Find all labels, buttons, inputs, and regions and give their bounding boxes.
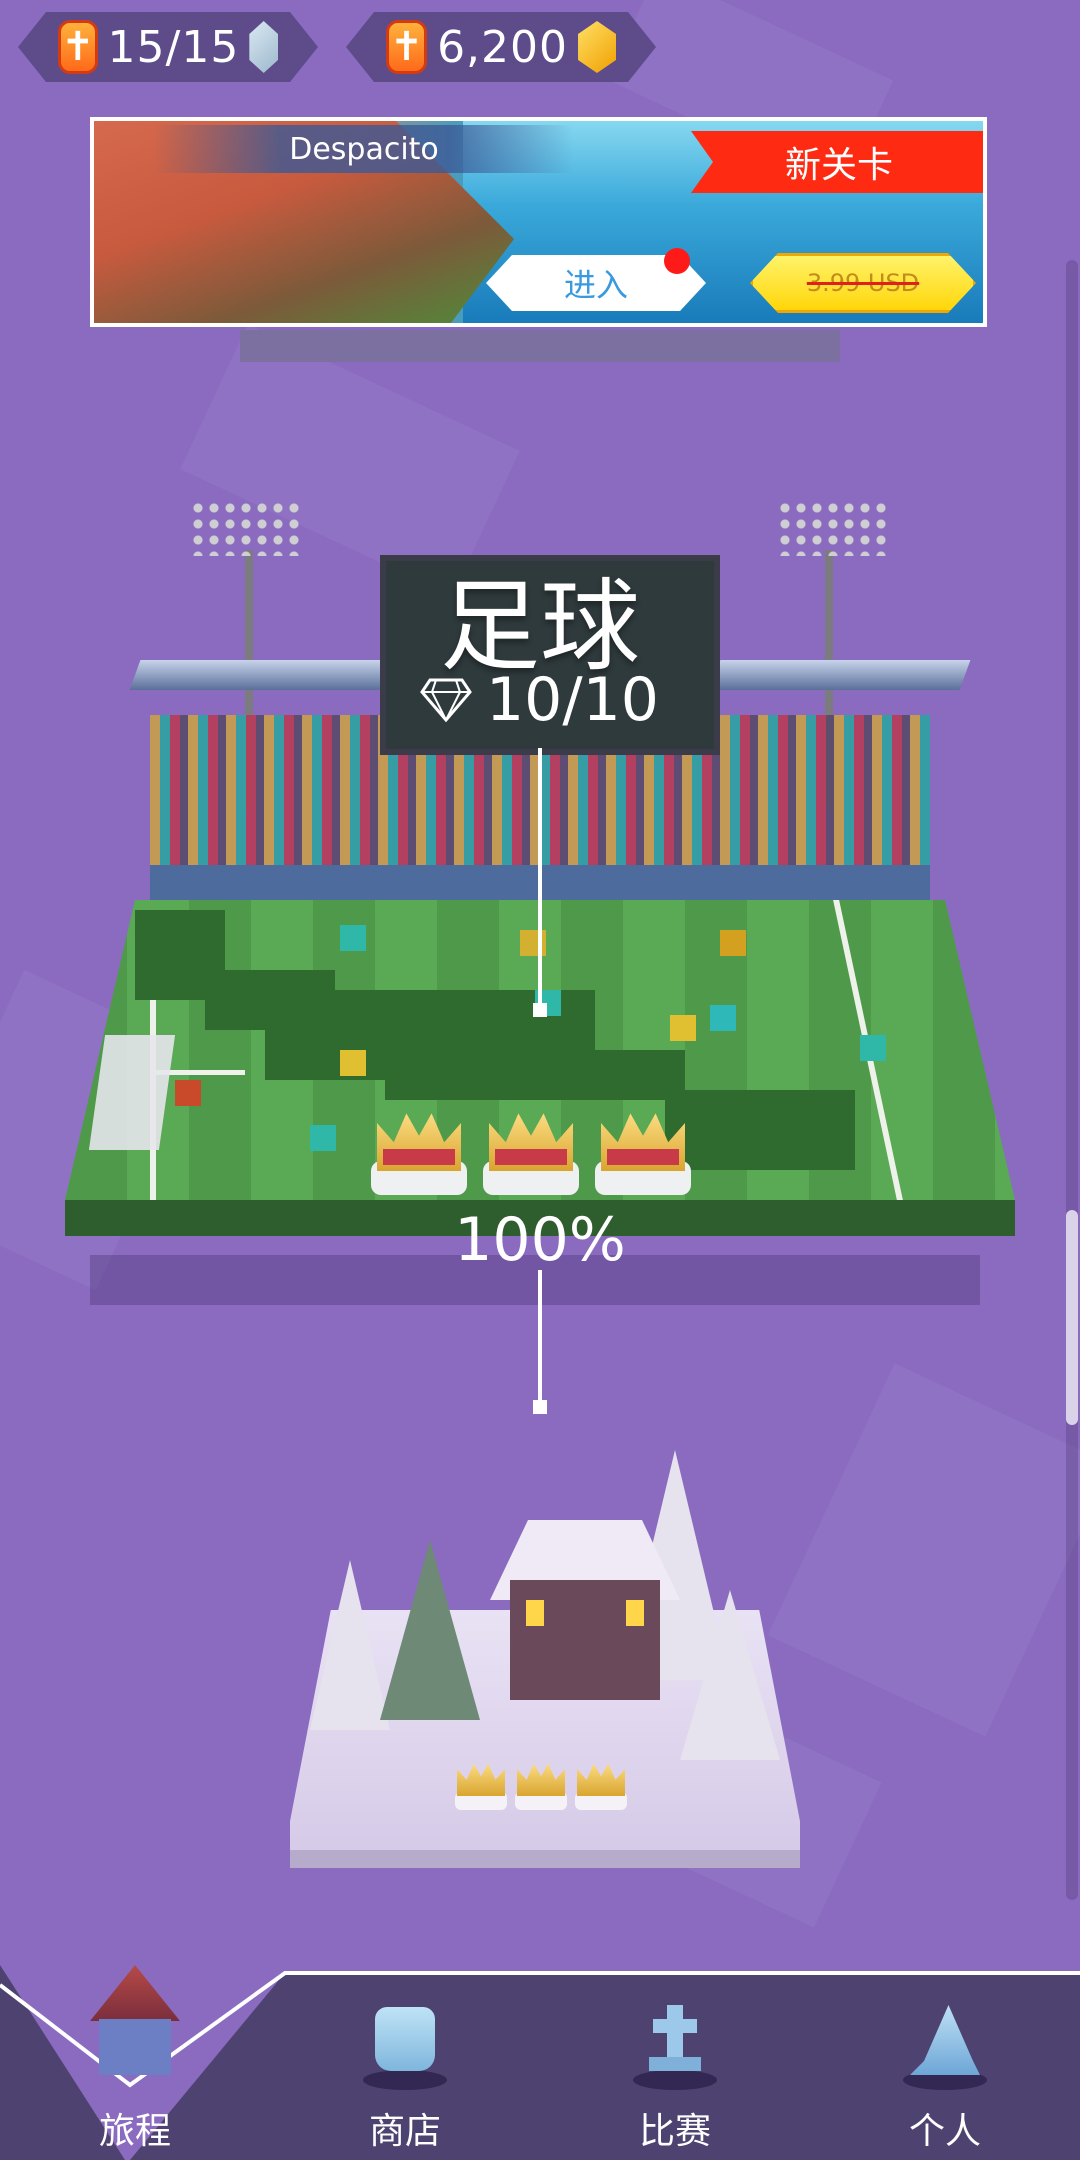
lives-value: 15/15 bbox=[107, 21, 240, 73]
nav-journey[interactable]: 旅程 bbox=[35, 1965, 235, 2160]
winter-platform-edge bbox=[290, 1850, 800, 1868]
skull-icon bbox=[375, 2007, 435, 2071]
crown-icon bbox=[483, 1085, 579, 1195]
crown-icon bbox=[575, 1754, 627, 1810]
nav-label-journey: 旅程 bbox=[98, 2111, 171, 2152]
nav-label-match: 比赛 bbox=[638, 2111, 711, 2152]
enter-label: 进入 bbox=[563, 266, 628, 304]
gem-cube bbox=[520, 930, 546, 956]
plus-icon[interactable]: ✝ bbox=[58, 20, 98, 74]
gem-cube bbox=[720, 930, 746, 956]
new-level-ribbon: 新关卡 bbox=[691, 131, 983, 193]
cabin bbox=[510, 1580, 660, 1700]
crown-icon bbox=[515, 1754, 567, 1810]
buy-price-button[interactable]: 3.99 USD bbox=[750, 253, 976, 313]
coins-value: 6,200 bbox=[437, 21, 569, 73]
nav-label-shop: 商店 bbox=[368, 2111, 441, 2152]
crown-icon bbox=[455, 1754, 507, 1810]
lives-counter[interactable]: ✝ 15/15 bbox=[18, 12, 318, 82]
level-path bbox=[665, 1090, 855, 1170]
gem-cube bbox=[860, 1035, 886, 1061]
gem-cube bbox=[340, 1050, 366, 1076]
banner-title: Despacito bbox=[289, 131, 439, 167]
banner-title-bar: Despacito bbox=[154, 125, 574, 173]
bottom-nav: 旅程 商店 比赛 个人 bbox=[0, 1965, 1080, 2160]
new-level-banner[interactable]: Despacito 新关卡 进入 3.99 USD bbox=[90, 117, 987, 327]
gem-cube bbox=[710, 1005, 736, 1031]
coins-counter[interactable]: ✝ 6,200 bbox=[346, 12, 656, 82]
ice-cube-icon bbox=[249, 21, 278, 73]
path-connector bbox=[538, 748, 542, 1008]
gem-cube bbox=[175, 1080, 201, 1106]
cabin-window bbox=[526, 1600, 544, 1626]
scrollbar-track[interactable] bbox=[1066, 260, 1078, 1900]
scrollbar-thumb[interactable] bbox=[1066, 1210, 1078, 1425]
banner-platform bbox=[240, 330, 840, 362]
nav-label-profile: 个人 bbox=[908, 2111, 981, 2152]
notification-dot bbox=[664, 248, 690, 274]
gem-counter: 10/10 bbox=[420, 665, 659, 735]
plus-icon[interactable]: ✝ bbox=[386, 20, 427, 74]
winter-level-scene[interactable] bbox=[290, 1450, 800, 1868]
background-shape bbox=[767, 1363, 1080, 1737]
diamond-icon bbox=[420, 678, 472, 723]
nav-profile[interactable]: 个人 bbox=[845, 1965, 1045, 2160]
cabin-window bbox=[626, 1600, 644, 1626]
path-node bbox=[533, 1003, 547, 1017]
ribbon-label: 新关卡 bbox=[784, 145, 893, 186]
crown-icon bbox=[595, 1085, 691, 1195]
nav-shop[interactable]: 商店 bbox=[305, 1965, 505, 2160]
wizard-hat-icon bbox=[910, 2005, 980, 2075]
level-progress: 100% bbox=[454, 1205, 626, 1275]
house-body bbox=[99, 2019, 171, 2075]
gem-cube bbox=[670, 1015, 696, 1041]
crown-icon bbox=[371, 1085, 467, 1195]
path-connector bbox=[538, 1270, 542, 1405]
icon-shadow bbox=[363, 2070, 447, 2090]
price-label: 3.99 USD bbox=[806, 269, 920, 297]
gravestone-icon bbox=[649, 2005, 701, 2071]
gem-cube bbox=[340, 925, 366, 951]
gem-cube bbox=[310, 1125, 336, 1151]
nav-match[interactable]: 比赛 bbox=[575, 1965, 775, 2160]
gold-cube-icon bbox=[578, 21, 616, 73]
gem-count: 10/10 bbox=[486, 665, 659, 735]
path-node bbox=[533, 1400, 547, 1414]
house-icon bbox=[90, 1965, 180, 2021]
